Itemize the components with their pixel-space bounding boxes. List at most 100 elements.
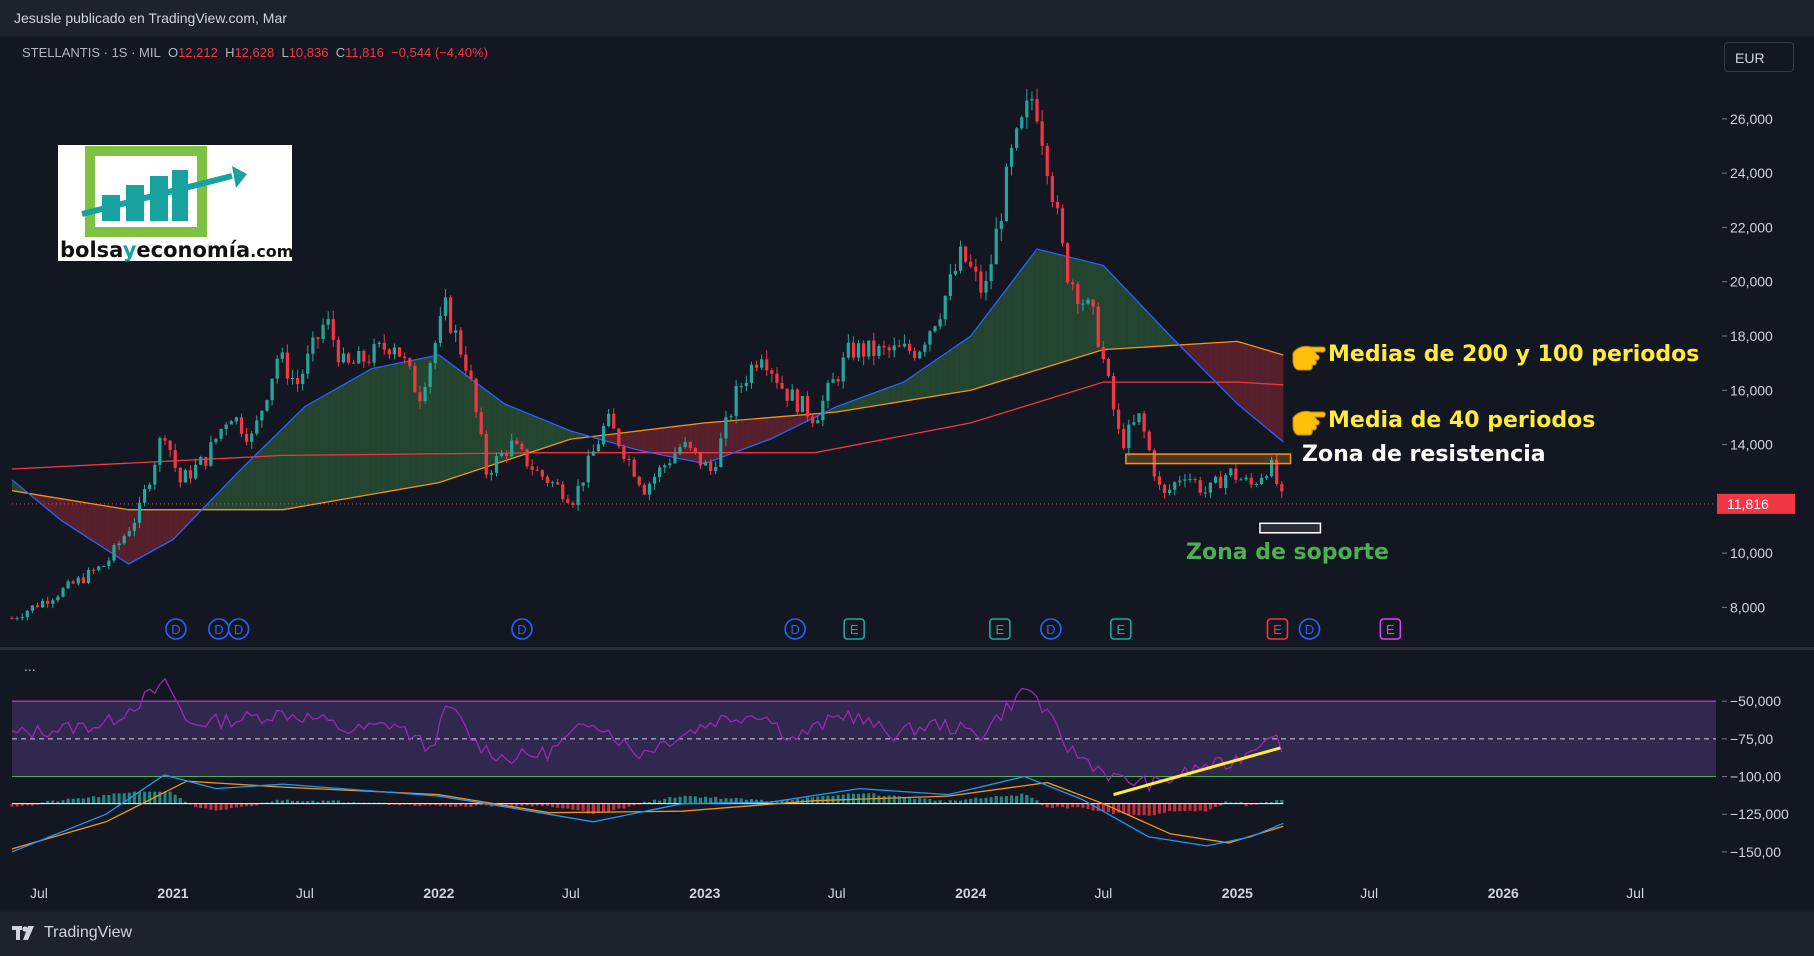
logo-text-c: economía <box>136 238 250 262</box>
candle-body <box>290 377 295 379</box>
ma-cloud-segment <box>751 418 758 447</box>
macd-histogram-bar <box>979 798 983 804</box>
ma-cloud-segment <box>1115 278 1122 349</box>
legend-symbol: STELLANTIS · 1S · MIL <box>22 45 161 60</box>
ma-cloud-segment <box>1104 266 1110 350</box>
candle-body <box>1025 100 1029 118</box>
macd-histogram-bar <box>668 796 672 804</box>
ma-cloud-segment <box>1069 257 1076 360</box>
macd-histogram-bar <box>556 803 560 808</box>
candle-body <box>964 246 968 262</box>
macd-histogram-bar <box>918 798 922 804</box>
macd-histogram-bar <box>913 798 917 804</box>
macd-histogram-bar <box>989 797 993 804</box>
symbol-legend[interactable]: STELLANTIS · 1S · MIL O12,212 H12,628 L1… <box>22 45 488 60</box>
macd-histogram-bar <box>877 795 881 804</box>
ma-cloud-segment <box>1260 348 1266 428</box>
ma-cloud-segment <box>728 420 735 455</box>
osc-tick-label: −150,00 <box>1730 844 1781 860</box>
ma-cloud-segment <box>959 339 966 393</box>
currency-button[interactable]: EUR <box>1724 42 1794 72</box>
candle-body <box>1081 303 1085 305</box>
ma-cloud-segment <box>312 398 319 505</box>
ma-cloud-segment <box>988 305 995 385</box>
ma-cloud-segment <box>150 509 157 552</box>
ma-cloud-segment <box>341 382 348 500</box>
candle-body <box>81 577 85 583</box>
macd-histogram-bar <box>132 791 136 804</box>
ma-cloud-segment <box>387 364 394 492</box>
candle-body <box>805 396 810 417</box>
candle-body <box>877 345 881 356</box>
candle-body <box>224 424 228 430</box>
candle-body <box>760 359 764 368</box>
ma-cloud-segment <box>64 499 70 526</box>
macd-histogram-bar <box>1198 803 1202 811</box>
candle-body <box>591 451 595 456</box>
candle-body <box>137 502 142 523</box>
candle-body <box>647 483 652 495</box>
indicator-menu-button[interactable]: ... <box>24 658 36 674</box>
time-tick-label: 2023 <box>689 885 720 901</box>
candle-body <box>392 347 397 355</box>
macd-histogram-bar <box>1086 803 1090 810</box>
ma-cloud-segment <box>1121 284 1128 349</box>
price-tick-label: 22,000 <box>1730 219 1773 235</box>
ma-cloud-segment <box>965 335 972 392</box>
macd-histogram-bar <box>219 803 223 811</box>
candle-body <box>1239 479 1243 481</box>
candle-body <box>56 596 60 601</box>
candle-body <box>66 581 70 589</box>
candle-body <box>484 434 488 475</box>
macd-histogram-bar <box>1025 794 1029 804</box>
candle-body <box>658 467 662 478</box>
macd-histogram-bar <box>209 803 213 810</box>
candle-body <box>234 417 238 422</box>
macd-histogram-bar <box>1152 803 1156 816</box>
candle-body <box>642 484 646 495</box>
chart-canvas[interactable]: DDDDDEEDEEDE 26,00024,00022,00020,00018,… <box>0 0 1814 956</box>
candle-body <box>199 456 203 465</box>
event-marker-label: D <box>790 622 799 637</box>
macd-histogram-bar <box>1030 797 1034 804</box>
candle-body <box>851 342 856 358</box>
ma-cloud-segment <box>624 431 631 448</box>
candle-body <box>540 470 544 477</box>
price-tick-label: 24,000 <box>1730 165 1773 181</box>
legend-c-label: C <box>335 45 346 60</box>
ma-cloud-segment <box>445 359 452 481</box>
ma-cloud-segment <box>358 372 365 497</box>
ma-cloud-segment <box>1185 344 1191 357</box>
legend-l-value: 10,836 <box>288 45 329 60</box>
ma-cloud-segment <box>462 372 469 475</box>
candle-body <box>632 459 636 477</box>
pointing-hand-icon <box>1292 410 1326 436</box>
candle-body <box>479 412 483 435</box>
ma-cloud-segment <box>69 500 76 530</box>
candle-body <box>132 522 136 532</box>
candle-body <box>607 413 611 427</box>
ma-cloud-segment <box>514 408 521 458</box>
macd-histogram-bar <box>617 803 621 809</box>
candle-body <box>505 452 509 457</box>
ma-cloud-segment <box>116 507 122 560</box>
ma-cloud-segment <box>740 419 746 451</box>
candle-body <box>1004 166 1009 222</box>
candle-body <box>617 428 621 447</box>
price-tick-label: 16,000 <box>1730 382 1773 398</box>
candle-body <box>25 610 29 618</box>
candle-body <box>306 353 310 374</box>
macd-histogram-bar <box>214 803 218 811</box>
ma-cloud-segment <box>930 359 937 397</box>
candle-body <box>974 266 978 272</box>
time-tick-label: Jul <box>1094 885 1112 901</box>
ma-cloud-segment <box>1138 302 1145 348</box>
ma-cloud-segment <box>1133 296 1139 348</box>
candle-body <box>280 352 284 359</box>
price-tick-label: 20,000 <box>1730 274 1773 290</box>
ma-cloud-segment <box>1034 250 1041 371</box>
tradingview-brand[interactable]: TradingView <box>12 924 132 942</box>
ma-cloud-segment <box>653 428 660 455</box>
ma-cloud-segment <box>266 438 273 510</box>
osc-tick-label: −125,000 <box>1730 806 1789 822</box>
